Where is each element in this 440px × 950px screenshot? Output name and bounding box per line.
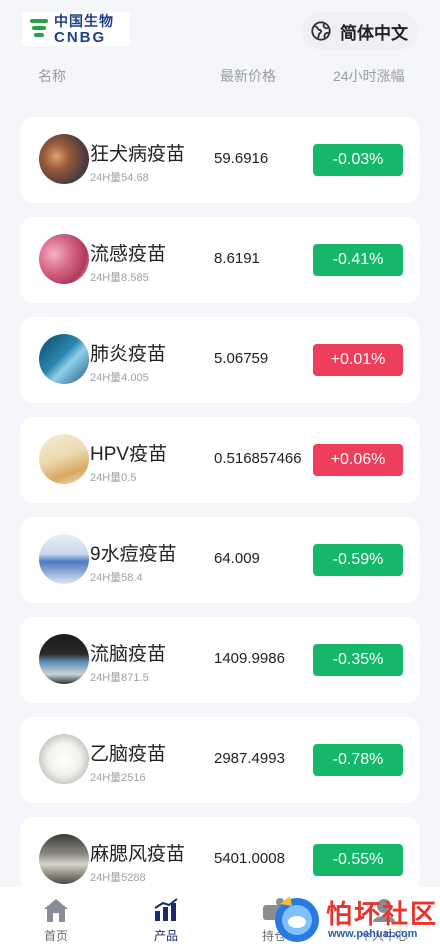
product-name: 流感疫苗 <box>90 244 167 265</box>
logo-mark-icon <box>28 16 50 42</box>
product-thumbnail <box>39 234 89 284</box>
product-name: 狂犬病疫苗 <box>90 144 186 165</box>
product-name: HPV疫苗 <box>90 444 168 465</box>
product-card[interactable]: 流感疫苗 24H量8.585 8.6191 -0.41% <box>21 217 419 303</box>
product-volume: 24H量4.005 <box>90 372 149 384</box>
watermark-text: 怕坏社区 <box>326 900 439 930</box>
logo-en-text: CNBG <box>54 28 107 46</box>
change-badge: -0.55% <box>313 844 403 876</box>
product-card[interactable]: 流脑疫苗 24H量871.5 1409.9986 -0.35% <box>21 617 419 703</box>
product-volume: 24H量5288 <box>90 872 146 884</box>
language-switch-button[interactable]: 简体中文 <box>302 12 418 50</box>
language-label: 简体中文 <box>340 23 408 43</box>
product-name: 肺炎疫苗 <box>90 344 167 365</box>
product-volume: 24H量871.5 <box>90 672 149 684</box>
product-volume: 24H量58.4 <box>90 572 143 584</box>
product-thumbnail <box>39 734 89 784</box>
tab-home[interactable]: 首页 <box>12 887 100 950</box>
column-header-name: 名称 <box>38 68 66 84</box>
watermark-url: www.pahuai.com <box>328 928 418 940</box>
change-badge: -0.78% <box>313 744 403 776</box>
product-volume: 24H量2516 <box>90 772 146 784</box>
change-badge: -0.59% <box>313 544 403 576</box>
tab-products[interactable]: 产品 <box>122 887 210 950</box>
product-thumbnail <box>39 634 89 684</box>
product-volume: 24H量54.68 <box>90 172 149 184</box>
change-badge: -0.35% <box>313 644 403 676</box>
logo-cn-text: 中国生物 <box>54 12 114 29</box>
product-name: 乙脑疫苗 <box>90 744 167 765</box>
change-badge: +0.01% <box>313 344 403 376</box>
column-header-change: 24小时涨幅 <box>333 68 405 84</box>
product-price: 64.009 <box>214 550 260 567</box>
change-badge: +0.06% <box>313 444 403 476</box>
product-name: 麻腮风疫苗 <box>90 844 186 865</box>
product-thumbnail <box>39 334 89 384</box>
product-volume: 24H量0.5 <box>90 472 137 484</box>
product-price: 5.06759 <box>214 350 269 367</box>
product-price: 59.6916 <box>214 150 269 167</box>
watermark-logo-icon <box>275 896 319 942</box>
product-price: 2987.4993 <box>214 750 285 767</box>
product-thumbnail <box>39 134 89 184</box>
product-card[interactable]: HPV疫苗 24H量0.5 0.516857466 +0.06% <box>21 417 419 503</box>
product-list: 狂犬病疫苗 24H量54.68 59.6916 -0.03% 流感疫苗 24H量… <box>21 117 419 917</box>
top-bar: 中国生物 CNBG 简体中文 <box>0 0 440 60</box>
cnbg-logo: 中国生物 CNBG <box>22 12 130 46</box>
change-badge: -0.03% <box>313 144 403 176</box>
globe-icon <box>311 21 331 41</box>
site-watermark: 怕坏社区 www.pahuai.com <box>268 888 438 948</box>
column-header-price: 最新价格 <box>220 68 276 84</box>
product-thumbnail <box>39 534 89 584</box>
change-badge: -0.41% <box>313 244 403 276</box>
product-card[interactable]: 狂犬病疫苗 24H量54.68 59.6916 -0.03% <box>21 117 419 203</box>
product-volume: 24H量8.585 <box>90 272 149 284</box>
product-price: 5401.0008 <box>214 850 285 867</box>
product-card[interactable]: 肺炎疫苗 24H量4.005 5.06759 +0.01% <box>21 317 419 403</box>
product-price: 1409.9986 <box>214 650 285 667</box>
product-thumbnail <box>39 834 89 884</box>
home-icon <box>44 899 68 922</box>
product-card[interactable]: 9水痘疫苗 24H量58.4 64.009 -0.59% <box>21 517 419 603</box>
product-price: 0.516857466 <box>214 450 302 467</box>
tab-products-label: 产品 <box>153 929 178 943</box>
bar-chart-icon <box>154 898 178 921</box>
product-card[interactable]: 乙脑疫苗 24H量2516 2987.4993 -0.78% <box>21 717 419 803</box>
product-name: 9水痘疫苗 <box>90 544 177 565</box>
product-price: 8.6191 <box>214 250 260 267</box>
product-thumbnail <box>39 434 89 484</box>
product-name: 流脑疫苗 <box>90 644 167 665</box>
tab-home-label: 首页 <box>43 929 68 943</box>
